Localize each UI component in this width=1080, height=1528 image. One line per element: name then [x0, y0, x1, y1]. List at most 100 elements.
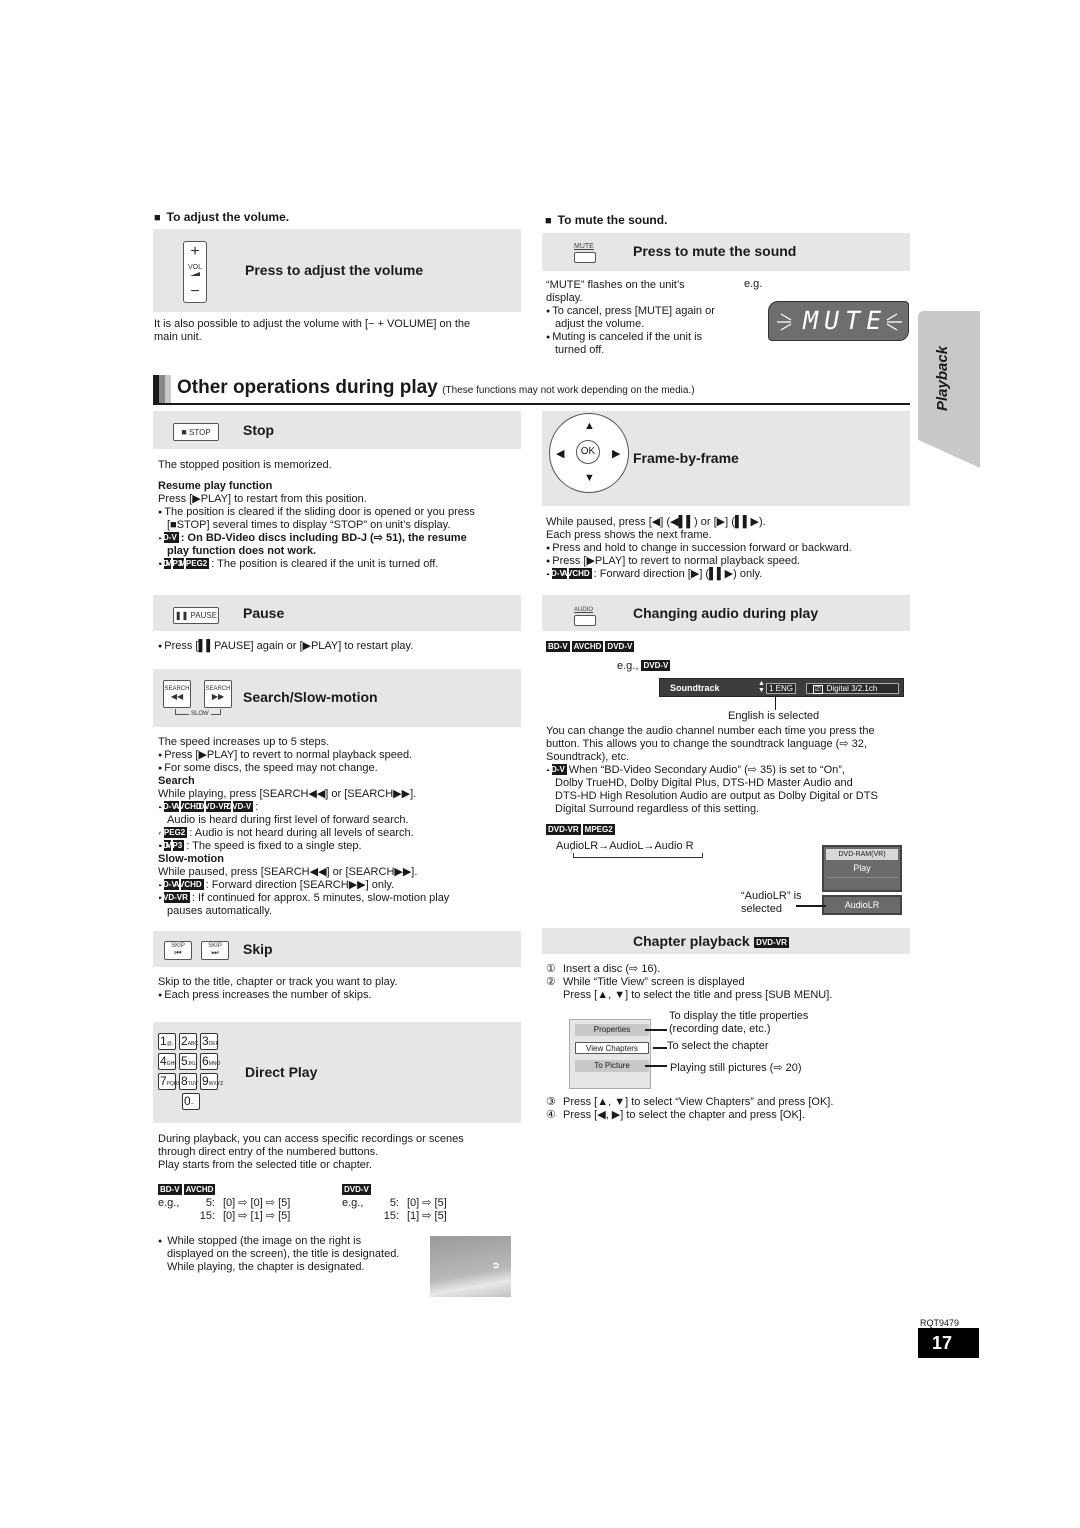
skip-previous-icon: ⏮	[174, 948, 182, 957]
pause-bullet: Press [▌▌PAUSE] again or [▶PLAY] to rest…	[158, 640, 413, 653]
stop-bullet-text: : On BD-Video discs including BD-J (⇨ 51…	[180, 532, 467, 544]
volume-heading: To adjust the volume.	[154, 210, 289, 224]
mute-desc: “MUTE” flashes on the unit’s display. To…	[546, 279, 746, 357]
example-sequence: [0] ⇨ [5]	[407, 1197, 447, 1209]
vr-menu-empty-row	[826, 877, 898, 889]
audio-button-label: AUDIO	[574, 607, 594, 613]
direct-bullet: While stopped (the image on the right is…	[158, 1235, 428, 1274]
audio-desc-line: Soundtrack), etc.	[546, 751, 630, 763]
audio-button[interactable]	[574, 615, 596, 626]
mute-display: MUTE	[768, 301, 909, 341]
osd-label: Soundtrack	[670, 683, 720, 693]
step-number: ③	[546, 1096, 556, 1108]
frame-title: Frame-by-frame	[633, 450, 739, 466]
osd-pointer-line	[775, 697, 776, 710]
resume-line: Press [▶PLAY] to restart from this posit…	[158, 493, 367, 505]
slow-bullet: DVD-VR: If continued for approx. 5 minut…	[157, 892, 524, 918]
loop-arrow-icon: ↑	[570, 848, 574, 855]
chapter-step: ① Insert a disc (⇨ 16).	[546, 963, 912, 976]
direct-bullet-text: displayed on the screen), the title is d…	[167, 1248, 400, 1260]
resume-heading: Resume play function	[158, 480, 273, 492]
arrow-right-icon: ▶	[612, 448, 621, 460]
menu-note-text: (recording date, etc.)	[669, 1023, 771, 1035]
stop-button[interactable]: ■ STOP	[173, 423, 219, 441]
mute-button[interactable]	[574, 252, 596, 263]
step-text: While “Title View” screen is displayed	[563, 976, 745, 988]
section-title: Other operations during play	[177, 377, 438, 398]
slow-label: SLOW	[189, 711, 211, 717]
playback-side-tab[interactable]: Playback	[918, 311, 980, 468]
frame-bullet: Press [▶PLAY] to revert to normal playba…	[546, 555, 912, 568]
mute-bullet-text: To cancel, press [MUTE] again or	[552, 305, 715, 317]
stop-button-label: STOP	[189, 428, 211, 437]
mute-box: MUTE Press to mute the sound	[542, 233, 910, 271]
number-key-7[interactable]: 7PQRS	[158, 1073, 181, 1090]
number-key-4[interactable]: 4GHI	[158, 1053, 176, 1070]
direction-pad[interactable]: ▲ ▼ ◀ ▶ OK	[549, 413, 629, 493]
number-keypad: 1@. 2ABC 3DEF 4GHI 5JKL 6MNO 7PQRS8TUV 9WXYZ 0–	[158, 1032, 248, 1112]
arrow-down-icon: ▼	[584, 472, 595, 484]
page-number: 17	[918, 1328, 979, 1358]
menu-note: To select the chapter	[667, 1040, 769, 1052]
key-digit: 9	[202, 1074, 209, 1088]
direct-play-box: 1@. 2ABC 3DEF 4GHI 5JKL 6MNO 7PQRS8TUV 9WXYZ 0– …	[153, 1022, 521, 1123]
key-digit: 6	[202, 1054, 209, 1068]
vr-caption: “AudioLR” is selected	[741, 890, 802, 916]
example-number: 15:	[383, 1210, 399, 1222]
media-tag: DVD-VR	[157, 892, 190, 903]
slow-subheading: Slow-motion	[158, 853, 224, 865]
audio-desc: You can change the audio channel number …	[545, 725, 912, 816]
vr-menu-selected[interactable]: AudioLR	[822, 895, 902, 915]
chapter-steps-after: ③ Press [▲, ▼] to select “View Chapters” …	[546, 1096, 912, 1122]
model-code: RQT9479	[920, 1318, 960, 1328]
number-key-6[interactable]: 6MNO	[200, 1053, 220, 1070]
vr-menu-play[interactable]: Play	[824, 862, 900, 875]
chapter-box: Chapter playback DVD-VR	[542, 928, 910, 954]
eg-label: e.g.,	[617, 660, 639, 672]
direct-example-right: DVD-V e.g., 5: [0] ⇨ [5] 15: [1] ⇨ [5]	[342, 1184, 522, 1223]
step-text: Insert a disc (⇨ 16).	[563, 963, 661, 975]
note-pointer	[653, 1047, 667, 1049]
number-key-2[interactable]: 2ABC	[179, 1033, 198, 1050]
search-bullet: MPEG2: Audio is not heard during all lev…	[157, 827, 524, 840]
menu-item-properties[interactable]: Properties	[575, 1024, 649, 1036]
vr-audio-menu: DVD-RAM(VR) Play	[822, 845, 902, 892]
search-bullet-text: : Audio is not heard during all levels o…	[189, 827, 414, 839]
search-rewind-button[interactable]: SEARCH ◀◀	[163, 680, 191, 708]
number-key-8[interactable]: 8TUV	[179, 1073, 198, 1090]
search-bullet-text: : The speed is fixed to a single step.	[186, 840, 362, 852]
chapter-step: ④ Press [◀, ▶] to select the chapter and …	[546, 1109, 912, 1122]
media-tag: BD-V	[157, 532, 179, 543]
number-key-1[interactable]: 1@.	[158, 1033, 176, 1050]
number-key-9[interactable]: 9WXYZ	[200, 1073, 223, 1090]
menu-item-to-picture[interactable]: To Picture	[575, 1060, 649, 1072]
menu-item-view-chapters[interactable]: View Chapters	[575, 1042, 649, 1054]
direct-desc-line: During playback, you can access specific…	[158, 1133, 464, 1145]
osd-format-text: Digital 3/2.1ch	[826, 684, 878, 693]
direct-desc-line: Play starts from the selected title or c…	[158, 1159, 372, 1171]
skip-previous-button[interactable]: SKIP ⏮	[164, 941, 192, 960]
ok-button[interactable]: OK	[576, 440, 600, 464]
number-key-0[interactable]: 0–	[182, 1093, 200, 1110]
search-bullet: CDMP3: The speed is fixed to a single st…	[157, 840, 524, 853]
media-tag: MPEG2	[157, 827, 188, 838]
rewind-icon: ◀◀	[170, 692, 184, 701]
volume-button[interactable]: + VOL −	[183, 241, 207, 303]
mute-bullet-text: adjust the volume.	[555, 318, 645, 330]
stop-bullet-text: The position is cleared if the sliding d…	[164, 506, 475, 518]
search-bullet: For some discs, the speed may not change…	[158, 762, 524, 775]
fast-forward-icon: ▶▶	[211, 692, 225, 701]
mute-button-label: MUTE	[574, 243, 594, 250]
menu-note: Playing still pictures (⇨ 20)	[670, 1062, 802, 1074]
bluray-screen-image: ➲	[430, 1236, 511, 1297]
skip-next-button[interactable]: SKIP ⏭	[201, 941, 229, 960]
audio-tags: BD-V AVCHD DVD-V	[546, 641, 636, 654]
search-content: The speed increases up to 5 steps. Press…	[157, 736, 524, 918]
pause-button[interactable]: ❚❚ PAUSE	[173, 607, 219, 624]
step-text: Press [◀, ▶] to select the chapter and p…	[563, 1109, 805, 1121]
number-key-3[interactable]: 3DEF	[200, 1033, 219, 1050]
stop-box: ■ STOP Stop	[153, 411, 521, 449]
mute-heading: To mute the sound.	[545, 213, 668, 227]
search-forward-button[interactable]: SEARCH ▶▶	[204, 680, 232, 708]
number-key-5[interactable]: 5JKL	[179, 1053, 197, 1070]
